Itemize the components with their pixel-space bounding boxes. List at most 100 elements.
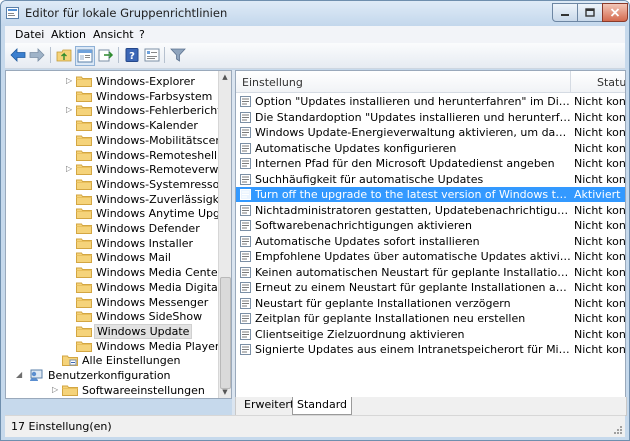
policy-setting-icon [240, 328, 251, 340]
up-button[interactable] [55, 46, 73, 64]
tree-item[interactable]: Windows SideShow [6, 309, 219, 324]
window-title: Editor für lokale Gruppenrichtlinien [25, 6, 228, 20]
scroll-up-arrow-icon[interactable]: ▲ [221, 73, 229, 81]
tree-item[interactable]: Windows-Zuverlässigkeitsanalyse [6, 192, 219, 207]
help-icon: ? [125, 48, 139, 62]
list-item[interactable]: Zeitplan für geplante Installationen neu… [236, 311, 625, 326]
title-bar[interactable]: Editor für lokale Gruppenrichtlinien [1, 1, 629, 26]
tree-item[interactable]: Windows Messenger [6, 295, 219, 310]
list-item[interactable]: Automatische Updates konfigurieren Nicht … [236, 141, 625, 156]
tab-erweitert[interactable]: Erweitert [240, 397, 298, 414]
policy-setting-icon [240, 220, 251, 231]
tree-item[interactable]: Windows-Mobilitätscenter [6, 133, 219, 148]
expand-arrow-icon[interactable]: ▷ [66, 77, 74, 85]
tree-item[interactable]: Windows Installer [6, 236, 219, 251]
expand-arrow-icon[interactable]: ▷ [66, 165, 74, 173]
setting-name: Die Standardoption "Updates installieren… [255, 110, 571, 124]
back-arrow-icon [10, 48, 26, 62]
tree-item[interactable]: Alle Einstellungen [6, 353, 219, 368]
policy-setting-icon [240, 282, 251, 293]
app-icon [6, 7, 19, 19]
setting-status: Nicht konfiguriert [574, 250, 625, 263]
tree-item[interactable]: Windows Defender [6, 221, 219, 236]
menu-aktion[interactable]: Aktion [51, 28, 86, 41]
show-hide-tree-button[interactable] [75, 46, 95, 66]
setting-status: Nicht konfiguriert [574, 312, 625, 325]
list-item[interactable]: Signierte Updates aus einem Intranetspei… [236, 342, 625, 357]
list-item[interactable]: Windows Update-Energieverwaltung aktivie… [236, 125, 625, 140]
list-item[interactable]: Softwarebenachrichtigungen aktivieren Nic… [236, 218, 625, 233]
list-item[interactable]: Internen Pfad für den Microsoft Updatedi… [236, 156, 625, 171]
close-button[interactable] [602, 3, 628, 22]
setting-name: Keinen automatischen Neustart für geplan… [255, 265, 571, 279]
list-item[interactable]: Keinen automatischen Neustart für geplan… [236, 265, 625, 280]
tree-item[interactable]: ▷ Softwareeinstellungen [6, 383, 219, 398]
gpedit-window: Editor für lokale Gruppenrichtlinien Dat… [0, 0, 630, 441]
filter-button[interactable] [169, 46, 187, 64]
back-button[interactable] [9, 46, 27, 64]
setting-status: Nicht konfiguriert [574, 327, 625, 341]
list-item[interactable]: Neustart für geplante Installationen ver… [236, 296, 625, 311]
column-divider[interactable] [570, 71, 571, 92]
tree-item[interactable]: ▷ Windows-Fehlerberichterstattung [6, 103, 219, 118]
list-item[interactable]: Option "Updates installieren und herunte… [236, 94, 625, 109]
folder-icon [76, 267, 92, 279]
console-tree[interactable]: ▷ Windows-Explorer Windows-Farbsystem ▷ Wind… [5, 70, 232, 399]
policy-setting-icon [240, 297, 251, 309]
list-item[interactable]: Die Standardoption "Updates installieren… [236, 110, 625, 125]
scroll-thumb[interactable] [220, 277, 231, 389]
svg-text:?: ? [129, 51, 135, 62]
export-list-button[interactable] [97, 46, 115, 64]
resize-grip-icon[interactable] [613, 425, 623, 435]
tree-item[interactable]: Windows Update [6, 323, 219, 339]
list-item[interactable]: Erneut zu einem Neustart für geplante In… [236, 280, 625, 295]
tree-vertical-scrollbar[interactable]: ▲ ▼ [218, 71, 231, 398]
toolbar-separator [164, 47, 165, 63]
list-item[interactable]: Clientseitige Zielzuordnung aktivieren Ni… [236, 327, 625, 342]
list-item[interactable]: Suchhäufigkeit für automatische Updates N… [236, 172, 625, 187]
help-button[interactable]: ? [123, 46, 141, 64]
tree-item[interactable]: Windows Media Center [6, 265, 219, 280]
tree-item[interactable]: Windows-Kalender [6, 118, 219, 133]
scroll-down-arrow-icon[interactable]: ▼ [221, 388, 229, 396]
tree-item[interactable]: Windows-Systemressourcen [6, 177, 219, 192]
column-status[interactable]: Status [597, 76, 625, 89]
tree-item[interactable]: Windows-Remoteshell [6, 148, 219, 163]
tree-item[interactable]: Windows Media Digital Rights Management [6, 280, 219, 295]
tree-item[interactable]: ▷ Windows-Remoteverwaltung [6, 162, 219, 177]
settings-list[interactable]: Einstellung Status Option "Updates insta… [235, 70, 626, 398]
tree-item[interactable]: ▷ Windows-Explorer [6, 74, 219, 89]
filter-icon [170, 48, 186, 62]
tree-item[interactable]: Windows Media Player [6, 339, 219, 354]
setting-name: Signierte Updates aus einem Intranetspei… [255, 343, 571, 356]
maximize-button[interactable] [577, 3, 603, 22]
toolbar-separator [118, 47, 119, 63]
tree-item[interactable]: Windows Anytime Upgrade [6, 206, 219, 221]
list-item[interactable]: Turn off the upgrade to the latest versi… [236, 187, 625, 202]
expand-arrow-icon[interactable]: ▷ [52, 385, 60, 394]
tree-item[interactable]: Windows-Farbsystem [6, 89, 219, 104]
tree-item-label: Windows Defender [96, 222, 200, 235]
setting-name: Suchhäufigkeit für automatische Updates [255, 172, 484, 186]
menu-ansicht[interactable]: Ansicht [93, 28, 134, 41]
forward-button[interactable] [28, 46, 46, 64]
list-item[interactable]: Automatische Updates sofort installieren… [236, 234, 625, 249]
tab-standard[interactable]: Standard [292, 397, 353, 415]
tree-item[interactable]: ◢ Benutzerkonfiguration [6, 368, 219, 383]
view-tabs: Erweitert Standard [235, 397, 627, 416]
column-einstellung[interactable]: Einstellung [242, 76, 303, 89]
menu-help[interactable]: ? [139, 28, 145, 41]
setting-name: Option "Updates installieren und herunte… [255, 95, 571, 108]
settings-folder-icon [62, 355, 78, 367]
policy-setting-icon [240, 96, 251, 107]
folder-icon [76, 238, 92, 249]
minimize-button[interactable] [552, 3, 578, 22]
setting-name: Windows Update-Energieverwaltung aktivie… [255, 126, 571, 139]
collapse-arrow-icon[interactable]: ◢ [16, 371, 24, 379]
list-item[interactable]: Empfohlene Updates über automatische Upd… [236, 249, 625, 264]
list-item[interactable]: Nichtadministratoren gestatten, Updatebe… [236, 203, 625, 218]
menu-datei[interactable]: Datei [15, 28, 44, 41]
tree-item[interactable]: Windows Mail [6, 250, 219, 265]
expand-arrow-icon[interactable]: ▷ [66, 106, 74, 114]
properties-button[interactable] [143, 46, 161, 64]
